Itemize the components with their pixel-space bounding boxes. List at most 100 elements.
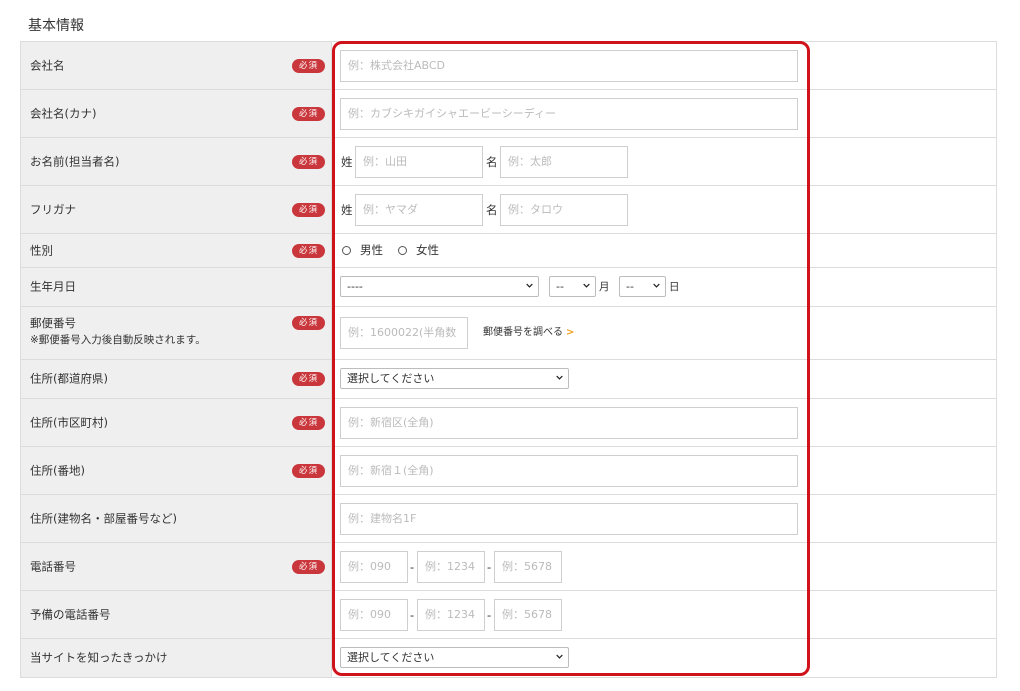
first-name-input[interactable]: 例：太郎 xyxy=(500,146,628,178)
label-cell: 性別 必須 xyxy=(20,234,332,267)
field-label: 住所(都道府県) xyxy=(30,371,108,386)
row-phone: 電話番号 必須 例：090 - 例：1234 - 例：5678 xyxy=(20,543,997,591)
row-company-kana: 会社名(カナ) 必須 例：カブシキガイシャエービーシーディー xyxy=(20,90,997,138)
row-street: 住所(番地) 必須 例：新宿１(全角) xyxy=(20,447,997,495)
last-kana-label: 姓 xyxy=(341,203,353,217)
label-cell: 生年月日 xyxy=(20,268,332,306)
required-badge: 必須 xyxy=(292,559,325,574)
row-company-name: 会社名 必須 例：株式会社ABCD xyxy=(20,42,997,90)
row-prefecture: 住所(都道府県) 必須 選択してください xyxy=(20,360,997,399)
birth-year-select[interactable]: ---- xyxy=(340,276,539,297)
label-cell: 会社名 必須 xyxy=(20,42,332,89)
required-badge: 必須 xyxy=(292,106,325,121)
postal-input[interactable]: 例：1600022(半角数 xyxy=(340,317,468,349)
label-cell: 住所(都道府県) 必須 xyxy=(20,360,332,398)
city-input[interactable]: 例：新宿区(全角) xyxy=(340,407,798,439)
input-cell: 姓 例：山田 名 例：太郎 xyxy=(332,138,997,185)
basic-info-form: 会社名 必須 例：株式会社ABCD 会社名(カナ) 必須 例：カブシキガイシャエ… xyxy=(20,41,997,678)
last-kana-input[interactable]: 例：ヤマダ xyxy=(355,194,483,226)
field-label: 当サイトを知ったきっかけ xyxy=(30,650,168,665)
gender-option-male[interactable]: 男性 xyxy=(360,243,383,257)
label-cell: 住所(番地) 必須 xyxy=(20,447,332,494)
referral-select[interactable]: 選択してください xyxy=(340,647,569,668)
birth-day-select[interactable]: -- xyxy=(619,276,666,297)
arrow-right-icon: > xyxy=(566,327,575,338)
label-cell: 予備の電話番号 xyxy=(20,591,332,638)
field-label: 生年月日 xyxy=(30,279,76,294)
first-name-label: 名 xyxy=(486,155,498,169)
select-value: 選択してください xyxy=(347,651,435,664)
field-label: 住所(建物名・部屋番号など) xyxy=(30,511,177,525)
alt-phone-part3-input[interactable]: 例：5678 xyxy=(494,599,562,631)
row-city: 住所(市区町村) 必須 例：新宿区(全角) xyxy=(20,399,997,447)
phone-separator: - xyxy=(487,560,492,574)
field-label: 会社名 xyxy=(30,58,65,72)
field-label: 電話番号 xyxy=(30,559,76,573)
field-label: 予備の電話番号 xyxy=(30,607,111,621)
input-cell: 選択してください xyxy=(332,360,997,398)
last-name-label: 姓 xyxy=(341,155,353,169)
input-cell: 姓 例：ヤマダ 名 例：タロウ xyxy=(332,186,997,233)
phone-part1-input[interactable]: 例：090 xyxy=(340,551,408,583)
section-title: 基本情報 xyxy=(28,18,84,34)
postal-lookup-link[interactable]: 郵便番号を調べる > xyxy=(483,326,574,340)
birth-month-select[interactable]: -- xyxy=(549,276,596,297)
phone-separator: - xyxy=(410,608,415,622)
input-cell: 例：090 - 例：1234 - 例：5678 xyxy=(332,543,997,590)
chevron-down-icon xyxy=(526,283,533,288)
day-unit: 日 xyxy=(669,281,680,293)
prefecture-select[interactable]: 選択してください xyxy=(340,368,569,389)
label-cell: お名前(担当者名) 必須 xyxy=(20,138,332,185)
label-cell: フリガナ 必須 xyxy=(20,186,332,233)
row-phone-alt: 予備の電話番号 例：090 - 例：1234 - 例：5678 xyxy=(20,591,997,639)
label-cell: 郵便番号 ※郵便番号入力後自動反映されます。 必須 xyxy=(20,307,332,359)
street-input[interactable]: 例：新宿１(全角) xyxy=(340,455,798,487)
input-cell: 例：建物名1F xyxy=(332,495,997,542)
first-kana-input[interactable]: 例：タロウ xyxy=(500,194,628,226)
input-cell: 男性 女性 xyxy=(332,234,997,267)
row-furigana: フリガナ 必須 姓 例：ヤマダ 名 例：タロウ xyxy=(20,186,997,234)
radio-male[interactable] xyxy=(342,246,351,255)
input-cell: 例：カブシキガイシャエービーシーディー xyxy=(332,90,997,137)
input-cell: 例：新宿１(全角) xyxy=(332,447,997,494)
required-badge: 必須 xyxy=(292,243,325,258)
row-building: 住所(建物名・部屋番号など) 例：建物名1F xyxy=(20,495,997,543)
required-badge: 必須 xyxy=(292,154,325,169)
label-cell: 住所(市区町村) 必須 xyxy=(20,399,332,446)
field-label: 郵便番号 xyxy=(30,316,76,330)
input-cell: 例：株式会社ABCD xyxy=(332,42,997,89)
field-label: 会社名(カナ) xyxy=(30,106,97,120)
phone-separator: - xyxy=(410,560,415,574)
first-kana-label: 名 xyxy=(486,203,498,217)
input-cell: ---- -- 月 -- 日 xyxy=(332,268,997,306)
input-cell: 例：090 - 例：1234 - 例：5678 xyxy=(332,591,997,638)
input-cell: 例：新宿区(全角) xyxy=(332,399,997,446)
month-unit: 月 xyxy=(599,281,610,293)
required-badge: 必須 xyxy=(292,463,325,478)
required-badge: 必須 xyxy=(292,58,325,73)
company-name-input[interactable]: 例：株式会社ABCD xyxy=(340,50,798,82)
select-value: 選択してください xyxy=(347,372,435,385)
chevron-down-icon xyxy=(556,375,563,380)
phone-part3-input[interactable]: 例：5678 xyxy=(494,551,562,583)
postal-note: ※郵便番号入力後自動反映されます。 xyxy=(30,334,206,346)
required-badge: 必須 xyxy=(292,372,325,386)
row-person-name: お名前(担当者名) 必須 姓 例：山田 名 例：太郎 xyxy=(20,138,997,186)
alt-phone-part1-input[interactable]: 例：090 xyxy=(340,599,408,631)
row-gender: 性別 必須 男性 女性 xyxy=(20,234,997,268)
chevron-down-icon xyxy=(583,283,590,288)
phone-part2-input[interactable]: 例：1234 xyxy=(417,551,485,583)
alt-phone-part2-input[interactable]: 例：1234 xyxy=(417,599,485,631)
field-label: フリガナ xyxy=(30,202,76,216)
building-input[interactable]: 例：建物名1F xyxy=(340,503,798,535)
select-value: -- xyxy=(626,280,634,293)
gender-option-female[interactable]: 女性 xyxy=(416,243,439,257)
field-label: お名前(担当者名) xyxy=(30,154,120,168)
label-cell: 電話番号 必須 xyxy=(20,543,332,590)
radio-female[interactable] xyxy=(398,246,407,255)
last-name-input[interactable]: 例：山田 xyxy=(355,146,483,178)
select-value: ---- xyxy=(347,280,363,293)
company-kana-input[interactable]: 例：カブシキガイシャエービーシーディー xyxy=(340,98,798,130)
required-badge: 必須 xyxy=(292,316,325,330)
phone-separator: - xyxy=(487,608,492,622)
